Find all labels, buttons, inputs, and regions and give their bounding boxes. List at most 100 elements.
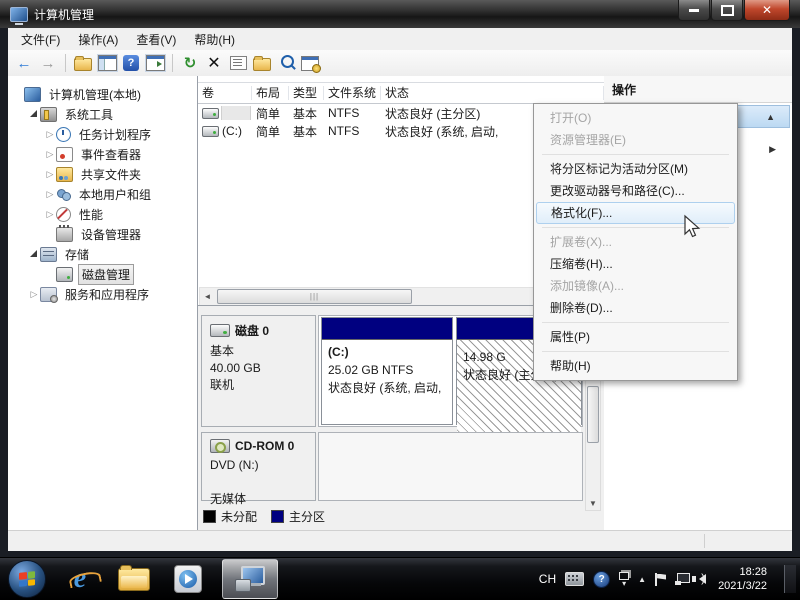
menu-item-压缩卷(H)...[interactable]: 压缩卷(H)...	[536, 253, 735, 275]
submenu-arrow-icon: ▶	[769, 144, 776, 155]
taskbar-explorer-button[interactable]	[114, 560, 154, 598]
minimize-icon	[689, 9, 699, 12]
action-center-flag-icon[interactable]	[655, 573, 666, 586]
tree-item-存储[interactable]: 存储	[8, 244, 197, 264]
cdrom-media-strip[interactable]	[318, 432, 583, 501]
volume-icon[interactable]	[699, 574, 706, 584]
maximize-button[interactable]	[711, 0, 743, 21]
scroll-down-icon[interactable]: ▼	[586, 496, 600, 510]
show-desktop-button[interactable]	[784, 565, 796, 593]
collapse-arrow-icon[interactable]: ▷	[44, 149, 56, 160]
find-icon	[281, 55, 294, 68]
tree-item-服务和应用程序[interactable]: ▷服务和应用程序	[8, 284, 197, 304]
tree-item-事件查看器[interactable]: ▷事件查看器	[8, 144, 197, 164]
tree-item-系统工具[interactable]: 系统工具	[8, 104, 197, 124]
delete-button[interactable]: ✕	[204, 53, 224, 73]
console-tree-toggle[interactable]	[97, 53, 117, 73]
folder-up-button[interactable]	[73, 53, 93, 73]
legend-item: 主分区	[271, 508, 325, 525]
open-button[interactable]	[252, 53, 272, 73]
column-header-布局[interactable]: 布局	[252, 86, 289, 100]
column-header-卷[interactable]: 卷	[198, 86, 252, 100]
menu-item-删除卷(D)...[interactable]: 删除卷(D)...	[536, 297, 735, 319]
expand-arrow-icon[interactable]	[30, 250, 37, 257]
console-settings-button[interactable]	[300, 53, 320, 73]
clock[interactable]: 18:28 2021/3/22	[718, 565, 767, 593]
show-hidden-icons[interactable]: ▲	[638, 575, 646, 584]
tree-item-label: 性能	[76, 205, 106, 224]
collapse-arrow-icon[interactable]: ▷	[44, 169, 56, 180]
ime-help-icon[interactable]: ?	[593, 571, 610, 588]
scrollbar-thumb[interactable]: |||	[217, 289, 412, 304]
menubar-item[interactable]: 帮助(H)	[185, 28, 244, 51]
collapse-arrow-icon[interactable]: ▷	[44, 189, 56, 200]
expand-arrow-icon[interactable]	[30, 110, 37, 117]
scrollbar-thumb[interactable]	[587, 386, 599, 443]
storage-icon	[40, 247, 57, 262]
collapse-arrow-icon[interactable]: ▷	[44, 129, 56, 140]
refresh-button[interactable]: ↻	[180, 53, 200, 73]
help-button[interactable]: ?	[121, 53, 141, 73]
tree-item-label: 计算机管理(本地)	[46, 85, 144, 104]
collapse-arrow-icon[interactable]: ▷	[44, 209, 56, 220]
menu-item-帮助(H)[interactable]: 帮助(H)	[536, 355, 735, 377]
start-button[interactable]	[8, 560, 46, 598]
legend-swatch	[203, 510, 216, 523]
taskbar-computer-management-button[interactable]	[222, 559, 278, 599]
menu-item-属性(P)[interactable]: 属性(P)	[536, 326, 735, 348]
disk0-title: 磁盘 0	[235, 322, 269, 339]
tree-item-共享文件夹[interactable]: ▷共享文件夹	[8, 164, 197, 184]
column-header-状态[interactable]: 状态	[381, 86, 604, 100]
network-icon[interactable]	[675, 573, 690, 585]
menu-item-将分区标记为活动分区(M)[interactable]: 将分区标记为活动分区(M)	[536, 158, 735, 180]
collapse-arrow-icon[interactable]: ▷	[28, 289, 40, 300]
collapse-icon[interactable]: ▲	[766, 112, 775, 122]
disk0-info-line: 联机	[210, 377, 315, 394]
taskbar-media-player-button[interactable]	[168, 560, 208, 598]
disk0-info-line: 基本	[210, 343, 315, 360]
menubar-item[interactable]: 操作(A)	[69, 28, 127, 51]
cdrom-label[interactable]: CD-ROM 0 DVD (N:)无媒体	[201, 432, 316, 501]
tree-item-本地用户和组[interactable]: ▷ 本地用户和组	[8, 184, 197, 204]
windows-logo-icon	[19, 571, 35, 587]
statusbar	[8, 530, 792, 551]
close-button[interactable]: ✕	[744, 0, 790, 21]
action-pane-toggle[interactable]	[145, 53, 165, 73]
menu-item-格式化(F)...[interactable]: 格式化(F)...	[536, 202, 735, 224]
minimize-button[interactable]	[678, 0, 710, 21]
tree-item-性能[interactable]: ▷ 性能	[8, 204, 197, 224]
taskbar-ie-button[interactable]: e	[60, 560, 100, 598]
scroll-left-icon[interactable]: ◄	[200, 289, 215, 304]
partition-(C:)[interactable]: (C:)25.02 GB NTFS状态良好 (系统, 启动,	[321, 317, 453, 425]
tree-item-计算机管理(本地)[interactable]: 计算机管理(本地)	[8, 84, 197, 104]
disk-icon	[56, 267, 73, 282]
toolbar: ← → ? ↻ ✕	[8, 50, 792, 77]
partition-info: (C:)25.02 GB NTFS状态良好 (系统, 启动,	[322, 340, 452, 397]
menu-item-更改驱动器号和路径(C)...[interactable]: 更改驱动器号和路径(C)...	[536, 180, 735, 202]
tree-item-label: 磁盘管理	[78, 264, 134, 285]
computer-icon	[24, 87, 41, 102]
column-header-文件系统[interactable]: 文件系统	[324, 86, 381, 100]
forward-button[interactable]: →	[38, 53, 58, 73]
disk0-label[interactable]: 磁盘 0 基本40.00 GB联机	[201, 315, 316, 427]
tree-item-任务计划程序[interactable]: ▷ 任务计划程序	[8, 124, 197, 144]
column-header-类型[interactable]: 类型	[289, 86, 324, 100]
properties-icon	[230, 56, 247, 70]
computer-management-icon	[235, 566, 265, 592]
scheduler-icon	[56, 127, 71, 142]
properties-button[interactable]	[228, 53, 248, 73]
tree-item-label: 本地用户和组	[76, 185, 154, 204]
back-button[interactable]: ←	[14, 53, 34, 73]
tree-item-label: 任务计划程序	[76, 125, 154, 144]
titlebar[interactable]: 计算机管理 ✕	[0, 0, 800, 28]
ime-window-icon[interactable]: ▾	[619, 572, 629, 587]
menubar-item[interactable]: 文件(F)	[12, 28, 69, 51]
keyboard-icon[interactable]	[565, 572, 584, 586]
language-indicator[interactable]: CH	[539, 572, 556, 586]
mouse-cursor	[681, 214, 703, 240]
tree-item-磁盘管理[interactable]: 磁盘管理	[8, 264, 197, 284]
tree-item-设备管理器[interactable]: 设备管理器	[8, 224, 197, 244]
menubar-item[interactable]: 查看(V)	[127, 28, 185, 51]
users-icon	[56, 188, 71, 201]
find-button[interactable]	[276, 53, 296, 73]
